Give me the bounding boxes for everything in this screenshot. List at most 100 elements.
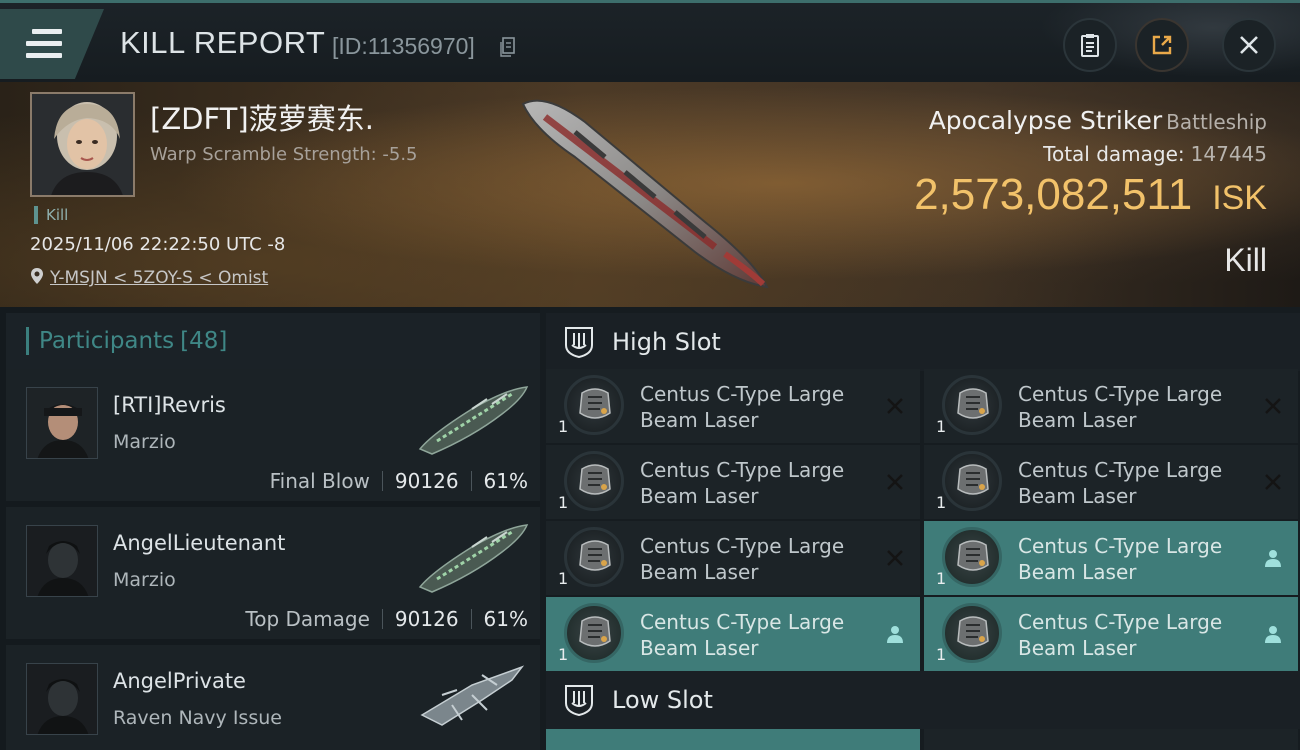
participant-role: Final Blow: [269, 469, 370, 493]
victim-portrait[interactable]: [30, 92, 135, 197]
participant-damage: 90126: [394, 469, 459, 493]
module-name-line1: Centus C-Type Large: [640, 534, 845, 558]
module-quantity: 1: [936, 417, 947, 436]
page-title: KILL REPORT: [120, 25, 326, 60]
ship-render: [521, 99, 769, 289]
beam-laser-icon: [957, 540, 989, 571]
participant-percent: 61%: [483, 607, 528, 631]
module-name: Centus C-Type Large Beam Laser: [640, 381, 870, 433]
participant-avatar: [26, 387, 98, 459]
module-name: Centus C-Type Large Beam Laser: [640, 609, 870, 661]
stat-divider: [381, 471, 383, 491]
module-name-line2: Beam Laser: [640, 408, 759, 432]
beam-laser-icon: [957, 616, 989, 647]
header-bar: KILL REPORT [ID:11356970]: [0, 0, 1300, 85]
total-damage-value: 147445: [1190, 142, 1267, 166]
menu-button[interactable]: [0, 9, 104, 79]
participant-ship-image: [418, 386, 529, 455]
beam-laser-icon: [957, 388, 989, 419]
stat-divider: [470, 471, 472, 491]
participants-header[interactable]: Participants [48]: [6, 313, 540, 369]
module-name-line1: Centus C-Type Large: [1018, 610, 1223, 634]
module-name-line1: Centus C-Type Large: [1018, 382, 1223, 406]
isk-unit: ISK: [1212, 179, 1267, 217]
participant-card[interactable]: [RTI]Revris Marzio Final Blow 90126 61%: [6, 369, 540, 501]
participant-damage: 90126: [394, 607, 459, 631]
slot-shield-icon: [565, 685, 593, 717]
module-slot[interactable]: 1 Centus C-Type Large Beam Laser: [546, 521, 920, 595]
participant-card[interactable]: AngelLieutenant Marzio Top Damage 90126 …: [6, 507, 540, 639]
person-icon: [1265, 550, 1281, 567]
person-icon: [887, 626, 903, 643]
x-icon: [887, 398, 903, 414]
participant-stats: Final Blow 90126 61%: [270, 469, 528, 493]
victim-name[interactable]: [ZDFT]菠萝赛东.: [150, 96, 374, 138]
participant-card[interactable]: AngelPrivate Raven Navy Issue: [6, 645, 540, 750]
module-slot[interactable]: [924, 729, 1298, 750]
ship-name[interactable]: Apocalypse Striker Battleship: [929, 106, 1267, 135]
share-icon: [1152, 35, 1172, 55]
participant-avatar: [26, 525, 98, 597]
ship-class: Battleship: [1166, 110, 1267, 134]
copy-icon[interactable]: [500, 37, 516, 57]
module-slot[interactable]: 1 Centus C-Type Large Beam Laser: [546, 369, 920, 443]
report-id: [ID:11356970]: [332, 33, 475, 59]
high-slot-title: High Slot: [612, 328, 721, 356]
module-name-line2: Beam Laser: [1018, 560, 1137, 584]
low-slot-header: Low Slot: [546, 671, 1300, 729]
participant-ship-image: [418, 524, 529, 593]
module-name-line1: Centus C-Type Large: [1018, 534, 1223, 558]
module-slot[interactable]: 1 Centus C-Type Large Beam Laser: [924, 597, 1298, 671]
x-icon: [1265, 398, 1281, 414]
isk-value: 2,573,082,511 ISK: [914, 170, 1267, 220]
module-name-line1: Centus C-Type Large: [640, 458, 845, 482]
clipboard-icon: [1081, 34, 1099, 57]
warp-scramble-strength: Warp Scramble Strength: -5.5: [150, 144, 418, 165]
module-quantity: 1: [936, 645, 947, 664]
location-link[interactable]: Y-MSJN < 5ZOY-S < Omist: [50, 268, 268, 288]
module-quantity: 1: [558, 417, 569, 436]
participant-stats: Top Damage 90126 61%: [245, 607, 528, 631]
ship-type-name: Apocalypse Striker: [928, 106, 1163, 135]
participant-percent: 61%: [483, 469, 528, 493]
clipboard-button[interactable]: [1063, 18, 1117, 72]
module-slot[interactable]: 1 Centus C-Type Large Beam Laser: [546, 445, 920, 519]
module-name-line1: Centus C-Type Large: [640, 610, 845, 634]
participants-label: Participants: [39, 328, 175, 354]
victim-avatar-image: [32, 94, 133, 195]
module-name: Centus C-Type Large Beam Laser: [1018, 457, 1248, 509]
participant-avatar: [26, 663, 98, 735]
participants-count: [48]: [180, 328, 228, 354]
module-slot[interactable]: 1 Centus C-Type Large Beam Laser: [924, 369, 1298, 443]
module-quantity: 1: [936, 569, 947, 588]
module-quantity: 1: [558, 645, 569, 664]
module-slot[interactable]: 1 Centus C-Type Large Beam Laser: [546, 597, 920, 671]
module-name-line2: Beam Laser: [640, 484, 759, 508]
stat-divider: [381, 609, 383, 629]
module-name-line2: Beam Laser: [1018, 484, 1137, 508]
participant-name: AngelLieutenant: [113, 531, 286, 555]
module-name-line2: Beam Laser: [1018, 408, 1137, 432]
participant-name: AngelPrivate: [113, 669, 246, 693]
module-quantity: 1: [936, 493, 947, 512]
module-name: Centus C-Type Large Beam Laser: [640, 533, 870, 585]
module-name: Centus C-Type Large Beam Laser: [1018, 533, 1248, 585]
module-name: Centus C-Type Large Beam Laser: [1018, 609, 1248, 661]
x-icon: [1265, 474, 1281, 490]
module-slot[interactable]: 1 Centus C-Type Large Beam Laser: [924, 521, 1298, 595]
kill-banner: [ZDFT]菠萝赛东. Warp Scramble Strength: -5.5…: [0, 82, 1300, 307]
close-button[interactable]: [1222, 18, 1276, 72]
module-slot[interactable]: 1 Centus C-Type Large Beam Laser: [924, 445, 1298, 519]
kill-type-tag: Kill: [34, 206, 68, 224]
high-slot-header: High Slot: [546, 313, 1300, 371]
beam-laser-icon: [579, 540, 611, 571]
participant-role: Top Damage: [245, 607, 370, 631]
person-icon: [1265, 626, 1281, 643]
share-button[interactable]: [1135, 18, 1189, 72]
participant-ship: Raven Navy Issue: [113, 707, 282, 729]
total-damage: Total damage: 147445: [1043, 142, 1267, 166]
module-slot[interactable]: [546, 729, 920, 750]
section-accent: [26, 327, 29, 355]
stat-divider: [470, 609, 472, 629]
kill-location[interactable]: Y-MSJN < 5ZOY-S < Omist: [30, 267, 268, 288]
